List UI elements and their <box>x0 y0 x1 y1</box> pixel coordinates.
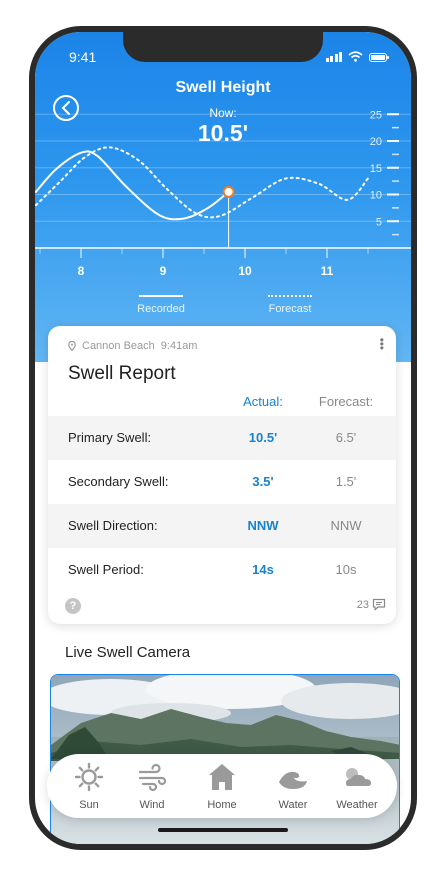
home-icon <box>209 764 235 790</box>
report-title: Swell Report <box>68 363 176 384</box>
nav-wind[interactable]: Wind <box>122 762 182 811</box>
camera-title: Live Swell Camera <box>65 644 191 661</box>
nav-home[interactable]: Home <box>192 762 252 811</box>
current-point-marker <box>222 185 235 198</box>
row-actual: 3.5' <box>252 474 274 489</box>
notch <box>123 32 323 62</box>
forecast-column-header: Forecast: <box>318 394 374 409</box>
legend-recorded-line <box>139 295 183 297</box>
y-tick-label: 5 <box>376 216 382 228</box>
weather-icon <box>346 768 371 786</box>
series-line-recorded <box>35 150 230 221</box>
location-line: Cannon Beach 9:41am <box>68 340 197 352</box>
bottom-nav: Sun Wind Home Water Weather <box>47 754 397 818</box>
y-tick-label: 15 <box>370 163 382 175</box>
nav-label: Home <box>207 799 237 811</box>
x-tick-label: 10 <box>238 264 252 278</box>
row-label: Swell Period: <box>68 562 144 577</box>
water-icon <box>279 771 307 789</box>
nav-sun[interactable]: Sun <box>59 762 119 811</box>
swell-height-chart: 25 20 15 10 5 8 9 10 11 <box>35 109 411 278</box>
row-actual: NNW <box>247 518 279 533</box>
y-tick-label: 20 <box>370 136 382 148</box>
legend-forecast-label: Forecast <box>268 303 312 315</box>
nav-label: Wind <box>139 799 165 811</box>
legend-forecast[interactable]: Forecast <box>260 295 320 315</box>
nav-water[interactable]: Water <box>263 762 323 811</box>
swell-report-card: Cannon Beach 9:41am • • • Swell Report Act… <box>48 326 396 624</box>
row-forecast: 10s <box>335 562 357 577</box>
x-tick-label: 11 <box>321 264 334 278</box>
row-forecast: NNW <box>330 518 362 533</box>
legend-forecast-line <box>268 295 312 297</box>
comment-icon <box>372 598 386 611</box>
legend-recorded-label: Recorded <box>137 303 185 315</box>
comment-count: 23 <box>356 598 369 611</box>
swell-chart-header: 9:41 Swell Height Now: 10.5' 25 20 15 10 5 8 9… <box>35 32 411 362</box>
report-row-direction: Swell Direction: NNW NNW <box>48 504 396 548</box>
help-icon[interactable]: ? <box>65 598 81 614</box>
nav-label: Weather <box>336 799 378 811</box>
x-tick-label: 9 <box>160 264 167 278</box>
row-forecast: 1.5' <box>335 474 357 489</box>
actual-column-header: Actual: <box>243 394 283 409</box>
x-tick-label: 8 <box>78 264 85 278</box>
location-name: Cannon Beach <box>82 340 155 352</box>
home-indicator <box>158 828 288 832</box>
nav-label: Sun <box>79 799 99 811</box>
legend-recorded[interactable]: Recorded <box>131 295 191 315</box>
location-time: 9:41am <box>160 340 198 352</box>
row-label: Swell Direction: <box>68 518 158 533</box>
report-row-primary: Primary Swell: 10.5' 6.5' <box>48 416 396 460</box>
wind-icon <box>138 763 167 792</box>
row-actual: 10.5' <box>248 430 278 445</box>
y-tick-label: 25 <box>370 109 382 121</box>
row-forecast: 6.5' <box>335 430 357 445</box>
more-options-icon[interactable]: • • • <box>380 334 384 354</box>
phone-frame: 9:41 Swell Height Now: 10.5' 25 20 15 10 5 8 9… <box>29 26 417 850</box>
y-tick-label: 10 <box>370 190 382 202</box>
report-row-period: Swell Period: 14s 10s <box>48 548 396 592</box>
row-label: Primary Swell: <box>68 430 152 445</box>
row-actual: 14s <box>252 562 274 577</box>
sun-icon <box>74 762 104 792</box>
nav-label: Water <box>278 799 308 811</box>
series-line-forecast <box>35 146 369 219</box>
location-pin-icon <box>68 341 76 351</box>
nav-weather[interactable]: Weather <box>327 762 387 811</box>
screen: 9:41 Swell Height Now: 10.5' 25 20 15 10 5 8 9… <box>35 32 411 844</box>
comments-button[interactable]: 23 <box>357 598 386 611</box>
report-row-secondary: Secondary Swell: 3.5' 1.5' <box>48 460 396 504</box>
row-label: Secondary Swell: <box>68 474 169 489</box>
